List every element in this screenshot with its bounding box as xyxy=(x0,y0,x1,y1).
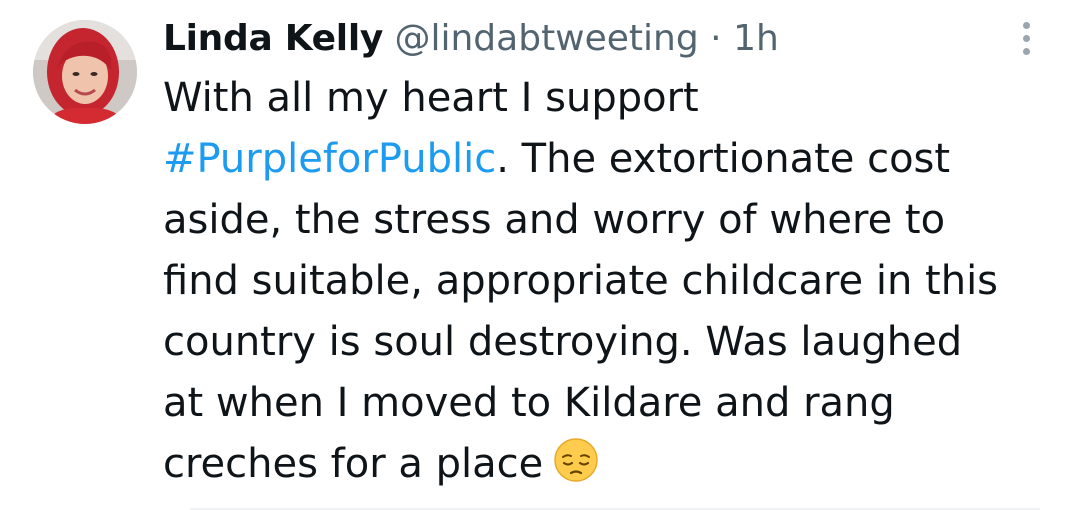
tweet-text-line: #PurpleforPublic. The extortionate cost xyxy=(163,129,1053,190)
tweet-card[interactable]: Linda Kelly @lindabtweeting · 1h With al… xyxy=(0,0,1080,510)
tweet-text-line: at when I moved to Kildare and rang xyxy=(163,380,895,426)
hashtag-link[interactable]: #PurpleforPublic xyxy=(163,136,496,182)
author-name[interactable]: Linda Kelly xyxy=(163,18,383,59)
author-handle[interactable]: @lindabtweeting xyxy=(394,18,698,59)
separator-dot: · xyxy=(710,18,722,59)
avatar[interactable] xyxy=(33,20,137,124)
tweet-text-fragment: . The extortionate cost xyxy=(496,136,951,182)
tweet-text-fragment: creches for a place xyxy=(163,441,544,487)
tweet-text-line: With all my heart I support xyxy=(163,75,699,121)
tweet-text-line: find suitable, appropriate childcare in … xyxy=(163,258,999,304)
tweet-timestamp[interactable]: 1h xyxy=(733,18,779,59)
tweet-text-line: aside, the stress and worry of where to xyxy=(163,197,946,243)
pensive-face-icon xyxy=(554,438,598,482)
tweet-text-line: creches for a place xyxy=(163,434,1053,495)
tweet-text: With all my heart I support #PurpleforPu… xyxy=(163,68,1053,495)
avatar-photo-icon xyxy=(33,20,137,124)
tweet-text-line: country is soul destroying. Was laughed xyxy=(163,319,963,365)
tweet-header: Linda Kelly @lindabtweeting · 1h xyxy=(163,14,779,64)
more-options-icon[interactable] xyxy=(1020,22,1032,62)
